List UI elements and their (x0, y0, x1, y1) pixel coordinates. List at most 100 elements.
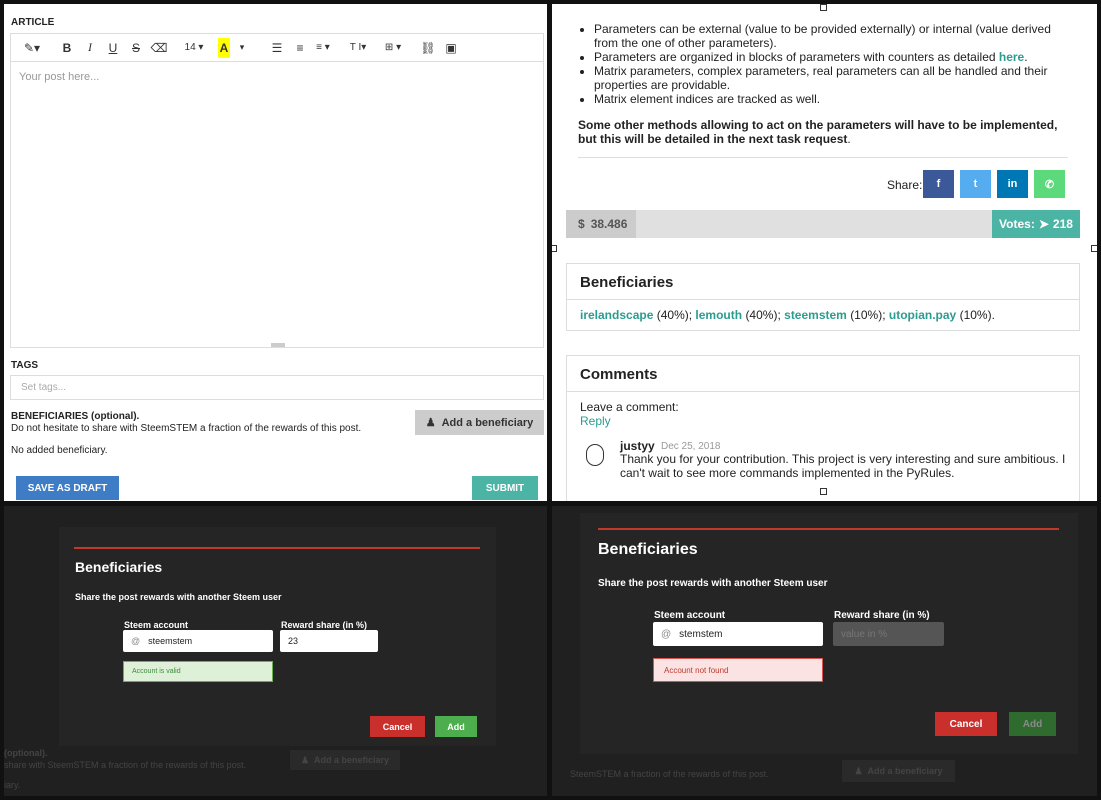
share-input-disabled: value in % (833, 622, 944, 646)
cancel-button[interactable]: Cancel (935, 712, 997, 736)
resize-handle[interactable] (271, 343, 285, 347)
at-icon: @ (131, 636, 141, 646)
editor-panel: ARTICLE ✎▾ B I U S ⌫ 14 ▾ A ▾ ☰ ≡ ≡ ▾ T … (0, 0, 548, 503)
user-icon: ♟ (854, 765, 863, 776)
bold-icon[interactable]: B (56, 38, 78, 58)
strikethrough-icon[interactable]: S (125, 38, 147, 58)
avatar[interactable] (586, 444, 604, 466)
twitter-icon: t (973, 178, 978, 190)
twitter-share-button[interactable]: t (960, 170, 991, 198)
accent-line (598, 528, 1059, 530)
account-input[interactable]: @ steemstem (123, 630, 273, 652)
votes-button[interactable]: Votes: ➤ 218 (992, 210, 1080, 238)
account-value: stemstem (679, 628, 723, 640)
editor-toolbar: ✎▾ B I U S ⌫ 14 ▾ A ▾ ☰ ≡ ≡ ▾ T I▾ ⊞ ▾ ⛓… (11, 34, 543, 62)
bold-paragraph: Some other methods allowing to act on th… (578, 118, 1058, 146)
submit-button[interactable]: SUBMIT (472, 476, 538, 500)
at-icon: @ (661, 628, 672, 640)
comments-heading: Comments (580, 366, 658, 383)
modal-valid-panel: (optional). share with SteemSTEM a fract… (0, 505, 548, 800)
list-item: Parameters can be external (value to be … (594, 22, 1074, 50)
modal-subtitle: Share the post rewards with another Stee… (75, 592, 282, 602)
share-label: Reward share (in %) (834, 610, 930, 621)
comments-card: Comments Leave a comment: Reply justyy D… (566, 355, 1080, 503)
bullet-list-icon[interactable]: ☰ (266, 38, 288, 58)
article-editor[interactable]: ✎▾ B I U S ⌫ 14 ▾ A ▾ ☰ ≡ ≡ ▾ T I▾ ⊞ ▾ ⛓… (10, 33, 544, 348)
add-button-disabled: Add (1009, 712, 1056, 736)
add-button[interactable]: Add (435, 716, 477, 737)
font-size-dropdown[interactable]: 14 ▾ (183, 38, 205, 58)
account-label: Steem account (124, 620, 189, 630)
tags-input[interactable]: Set tags... (10, 375, 544, 400)
user-icon: ♟ (300, 754, 310, 765)
linkedin-share-button[interactable]: in (997, 170, 1028, 198)
highlight-icon[interactable]: A (218, 37, 230, 58)
modal-title: Beneficiaries (598, 541, 698, 558)
here-link[interactable]: here (999, 50, 1024, 64)
underline-icon[interactable]: U (102, 38, 124, 58)
table-icon[interactable]: ⊞ ▾ (382, 38, 404, 58)
beneficiary-link[interactable]: lemouth (695, 308, 742, 322)
background-text: share with SteemSTEM a fraction of the r… (4, 760, 247, 770)
leave-comment-label: Leave a comment: (580, 400, 679, 414)
share-label: Share: (887, 178, 923, 192)
vote-bar: $ 38.486 Votes: ➤ 218 (566, 210, 1080, 238)
comment-author[interactable]: justyy (620, 439, 655, 453)
editor-placeholder: Your post here... (19, 71, 100, 83)
facebook-share-button[interactable]: f (923, 170, 954, 198)
votes-count: 218 (1052, 217, 1073, 231)
chevron-down-icon[interactable]: ▾ (231, 38, 253, 58)
beneficiaries-title: BENEFICIARIES (optional). (11, 411, 140, 422)
comment-date: Dec 25, 2018 (661, 441, 721, 452)
italic-icon[interactable]: I (79, 38, 101, 58)
whatsapp-share-button[interactable]: ✆ (1034, 170, 1065, 198)
list-item: Matrix parameters, complex parameters, r… (594, 64, 1074, 92)
comment-text: Thank you for your contribution. This pr… (620, 452, 1066, 480)
post-panel: Parameters can be external (value to be … (550, 0, 1101, 503)
user-icon: ♟ (425, 417, 436, 429)
account-value: steemstem (148, 636, 193, 646)
resize-handle[interactable] (1091, 245, 1098, 252)
magic-wand-icon[interactable]: ✎▾ (21, 38, 43, 58)
add-beneficiary-label: Add a beneficiary (441, 416, 534, 429)
no-beneficiary-text: No added beneficiary. (11, 445, 108, 456)
share-input[interactable]: 23 (280, 630, 378, 652)
resize-handle[interactable] (820, 488, 827, 495)
beneficiaries-description: Do not hesitate to share with SteemSTEM … (11, 423, 362, 434)
beneficiary-link[interactable]: irelandscape (580, 308, 653, 322)
beneficiaries-list: irelandscape (40%); lemouth (40%); steem… (580, 308, 995, 322)
background-add-beneficiary-button: ♟ Add a beneficiary (842, 760, 955, 782)
save-draft-button[interactable]: SAVE AS DRAFT (16, 476, 119, 500)
whatsapp-icon: ✆ (1044, 178, 1055, 191)
account-label: Steem account (654, 610, 726, 621)
list-item: Matrix element indices are tracked as we… (594, 92, 1074, 106)
validation-message: Account is valid (123, 661, 273, 682)
tags-label: TAGS (11, 360, 39, 371)
background-add-beneficiary-button: ♟ Add a beneficiary (290, 750, 400, 770)
resize-handle[interactable] (820, 4, 827, 11)
reply-link[interactable]: Reply (567, 414, 1079, 428)
validation-error: Account not found (653, 658, 823, 682)
votes-label: Votes: (999, 217, 1035, 231)
account-input[interactable]: @ stemstem (653, 622, 823, 646)
beneficiary-link[interactable]: utopian.pay (889, 308, 956, 322)
add-beneficiary-button[interactable]: ♟ Add a beneficiary (415, 410, 544, 435)
payout-badge[interactable]: $ 38.486 (566, 210, 636, 238)
facebook-icon: f (936, 178, 941, 190)
eraser-icon[interactable]: ⌫ (148, 38, 170, 58)
beneficiaries-heading: Beneficiaries (580, 274, 674, 291)
dollar-icon: $ (578, 217, 585, 231)
beneficiary-link[interactable]: steemstem (784, 308, 847, 322)
beneficiaries-modal: Beneficiaries Share the post rewards wit… (580, 513, 1078, 754)
image-icon[interactable]: ▣ (440, 38, 462, 58)
collage-divider (547, 0, 552, 800)
cancel-button[interactable]: Cancel (370, 716, 425, 737)
background-text: SteemSTEM a fraction of the rewards of t… (570, 769, 769, 779)
text-style-dropdown[interactable]: T I▾ (347, 38, 369, 58)
align-dropdown[interactable]: ≡ ▾ (312, 38, 334, 58)
accent-line (74, 547, 480, 549)
modal-subtitle: Share the post rewards with another Stee… (598, 578, 828, 589)
link-icon[interactable]: ⛓ (417, 38, 439, 58)
modal-invalid-panel: SteemSTEM a fraction of the rewards of t… (550, 505, 1101, 800)
numbered-list-icon[interactable]: ≡ (289, 38, 311, 58)
